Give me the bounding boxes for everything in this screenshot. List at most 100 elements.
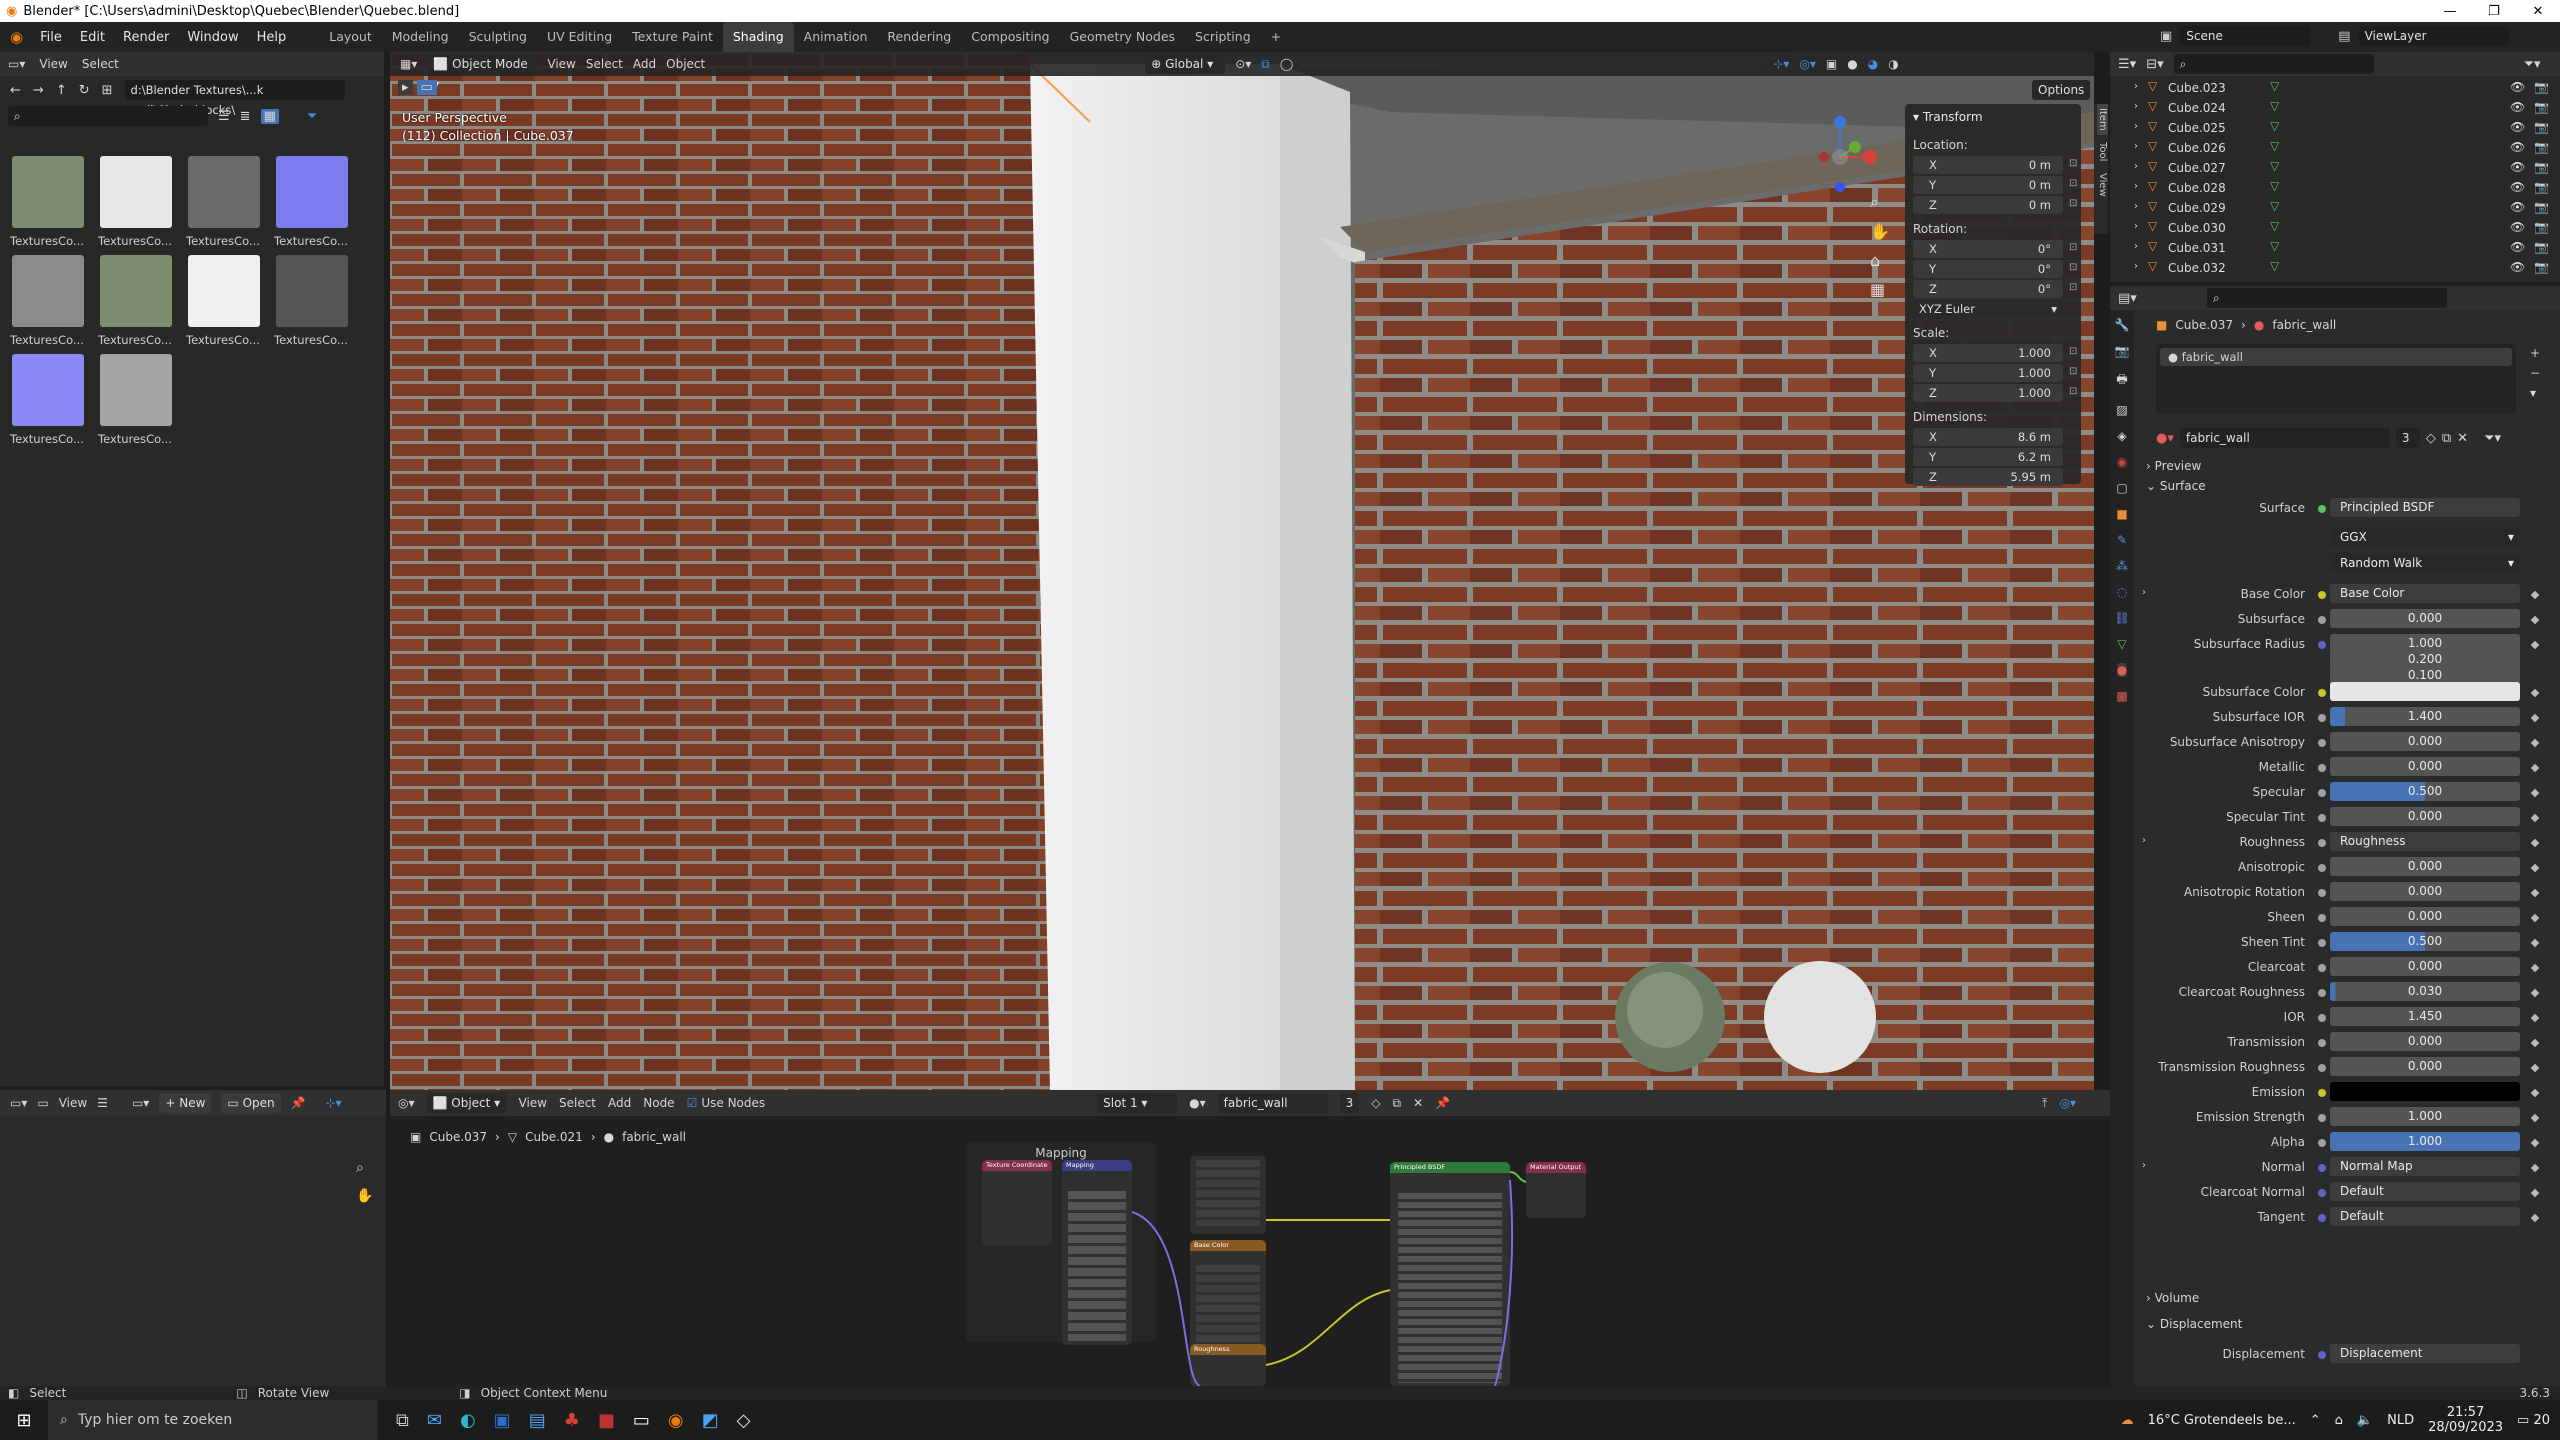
snap-icon[interactable]: ⧉: [1261, 57, 1270, 72]
tab-rendering[interactable]: Rendering: [877, 22, 961, 52]
rotation-z-field[interactable]: Z 0°: [1913, 280, 2063, 298]
expand-icon[interactable]: ›: [2134, 141, 2138, 152]
value-slider[interactable]: 1.450: [2330, 1007, 2520, 1026]
visibility-icon[interactable]: 👁: [2510, 260, 2525, 274]
location-z-field[interactable]: Z 0 m: [1913, 196, 2063, 214]
weather-text[interactable]: 16°C Grotendeels be...: [2148, 1413, 2296, 1428]
scale-z-field[interactable]: Z 1.000: [1913, 384, 2063, 402]
render-visibility-icon[interactable]: 📷: [2534, 100, 2549, 114]
image-gizmo-icon[interactable]: ⊹▾: [326, 1096, 342, 1110]
visibility-icon[interactable]: 👁: [2510, 120, 2525, 134]
outliner-row[interactable]: › ▽ Cube.032 ▽ 👁 📷: [2110, 258, 2560, 278]
linked-input-field[interactable]: Default: [2330, 1207, 2520, 1226]
image-view-menu[interactable]: View: [59, 1096, 87, 1110]
texture-thumbnail[interactable]: [188, 156, 260, 228]
visibility-icon[interactable]: 👁: [2510, 220, 2525, 234]
menu-window[interactable]: Window: [178, 30, 247, 45]
visibility-icon[interactable]: 👁: [2510, 100, 2525, 114]
keyframe-icon[interactable]: [2530, 788, 2540, 798]
expand-icon[interactable]: ›: [2142, 587, 2146, 598]
material-slot-list[interactable]: ● fabric_wall: [2156, 344, 2516, 414]
texture-thumbnail[interactable]: [100, 156, 172, 228]
value-slider[interactable]: 0.000: [2330, 957, 2520, 976]
orientation-dropdown[interactable]: ⊕ Global ▾: [1145, 54, 1226, 74]
lock-icon[interactable]: ⊡: [2069, 242, 2077, 253]
keyframe-icon[interactable]: [2530, 713, 2540, 723]
edge-icon[interactable]: ◐: [460, 1410, 476, 1431]
keyframe-icon[interactable]: [2530, 1013, 2540, 1023]
value-slider[interactable]: 0.030: [2330, 982, 2520, 1001]
keyframe-icon[interactable]: [2530, 688, 2540, 698]
value-slider[interactable]: 0.000: [2330, 609, 2520, 628]
linked-input-field[interactable]: Base Color: [2330, 584, 2520, 603]
image-browse-icon[interactable]: ▭▾: [132, 1096, 149, 1110]
lock-icon[interactable]: ⊡: [2069, 262, 2077, 273]
linked-input-field[interactable]: Default: [2330, 1182, 2520, 1201]
expand-icon[interactable]: ›: [2142, 835, 2146, 846]
keyframe-icon[interactable]: [2530, 1188, 2540, 1198]
render-visibility-icon[interactable]: 📷: [2534, 200, 2549, 214]
keyframe-icon[interactable]: [2530, 763, 2540, 773]
viewport-editor-type-icon[interactable]: ▦▾: [400, 57, 417, 71]
keyframe-icon[interactable]: [2530, 1213, 2540, 1223]
app-icon[interactable]: ■: [598, 1410, 615, 1431]
close-button[interactable]: ✕: [2516, 4, 2560, 19]
taskbar-search[interactable]: ⌕ Typ hier om te zoeken: [48, 1400, 378, 1440]
menu-render[interactable]: Render: [114, 30, 178, 45]
sidebar-tab-view[interactable]: View: [2097, 169, 2108, 201]
expand-icon[interactable]: ›: [2134, 241, 2138, 252]
file-browser-view-menu[interactable]: View: [39, 57, 67, 71]
keyframe-icon[interactable]: [2530, 863, 2540, 873]
collection-tab-icon[interactable]: ▢: [2116, 481, 2127, 495]
color-swatch[interactable]: [2330, 1082, 2520, 1101]
value-slider[interactable]: 0.000: [2330, 882, 2520, 901]
forward-icon[interactable]: →: [33, 83, 44, 98]
outliner-row[interactable]: › ▽ Cube.024 ▽ 👁 📷: [2110, 98, 2560, 118]
outliner-row[interactable]: › ▽ Cube.028 ▽ 👁 📷: [2110, 178, 2560, 198]
texture-thumbnail[interactable]: [276, 255, 348, 327]
location-y-field[interactable]: Y 0 m: [1913, 176, 2063, 194]
sidebar-tab-item[interactable]: Item: [2097, 104, 2108, 135]
keyframe-icon[interactable]: [2530, 1063, 2540, 1073]
duplicate-material-icon[interactable]: ⧉: [2442, 431, 2451, 446]
expand-icon[interactable]: ›: [2142, 1160, 2146, 1171]
tab-texture-paint[interactable]: Texture Paint: [622, 22, 723, 52]
keyframe-icon[interactable]: [2530, 1163, 2540, 1173]
keyframe-icon[interactable]: [2530, 813, 2540, 823]
visibility-icon[interactable]: 👁: [2510, 160, 2525, 174]
volume-section-header[interactable]: › Volume: [2140, 1288, 2552, 1308]
color-swatch[interactable]: [2330, 682, 2520, 701]
shading-rendered-icon[interactable]: ◑: [1888, 57, 1898, 71]
keyframe-icon[interactable]: [2530, 640, 2540, 650]
dimensions-z-field[interactable]: Z 5.95 m: [1913, 468, 2063, 486]
displacement-section-header[interactable]: ⌄ Displacement: [2140, 1314, 2552, 1334]
file-search-input[interactable]: ⌕: [8, 106, 208, 126]
new-folder-icon[interactable]: ⊞: [102, 83, 113, 98]
render-visibility-icon[interactable]: 📷: [2534, 120, 2549, 134]
keyframe-icon[interactable]: [2530, 963, 2540, 973]
refresh-icon[interactable]: ↻: [79, 83, 90, 98]
thumbnail-view-icon[interactable]: ▦: [260, 108, 279, 124]
grid-icon[interactable]: ▦: [1870, 280, 1890, 299]
texture-thumbnail[interactable]: [12, 354, 84, 426]
texture-thumbnail[interactable]: [100, 354, 172, 426]
render-visibility-icon[interactable]: 📷: [2534, 180, 2549, 194]
navigation-gizmo[interactable]: [1800, 112, 1880, 202]
gizmo-toggle-icon[interactable]: ⊹▾: [1773, 57, 1789, 71]
options-dropdown[interactable]: Options: [2032, 80, 2091, 100]
tab-uv-editing[interactable]: UV Editing: [537, 22, 622, 52]
distribution-dropdown[interactable]: GGX ▾: [2330, 528, 2520, 547]
value-slider[interactable]: 0.000: [2330, 1032, 2520, 1051]
lock-icon[interactable]: ⊡: [2069, 198, 2077, 209]
surface-section-header[interactable]: ⌄ Surface: [2140, 476, 2552, 496]
task-view-icon[interactable]: ⧉: [396, 1410, 409, 1431]
rotation-y-field[interactable]: Y 0°: [1913, 260, 2063, 278]
mail-icon[interactable]: ✉: [427, 1410, 442, 1431]
value-slider[interactable]: 0.000: [2330, 1057, 2520, 1076]
file-browser-select-menu[interactable]: Select: [82, 57, 119, 71]
visibility-icon[interactable]: 👁: [2510, 80, 2525, 94]
value-slider[interactable]: 0.500: [2330, 932, 2520, 951]
render-visibility-icon[interactable]: 📷: [2534, 140, 2549, 154]
mode-dropdown[interactable]: ⬜ Object Mode ▾: [427, 54, 538, 91]
tab-shading[interactable]: Shading: [722, 22, 794, 52]
